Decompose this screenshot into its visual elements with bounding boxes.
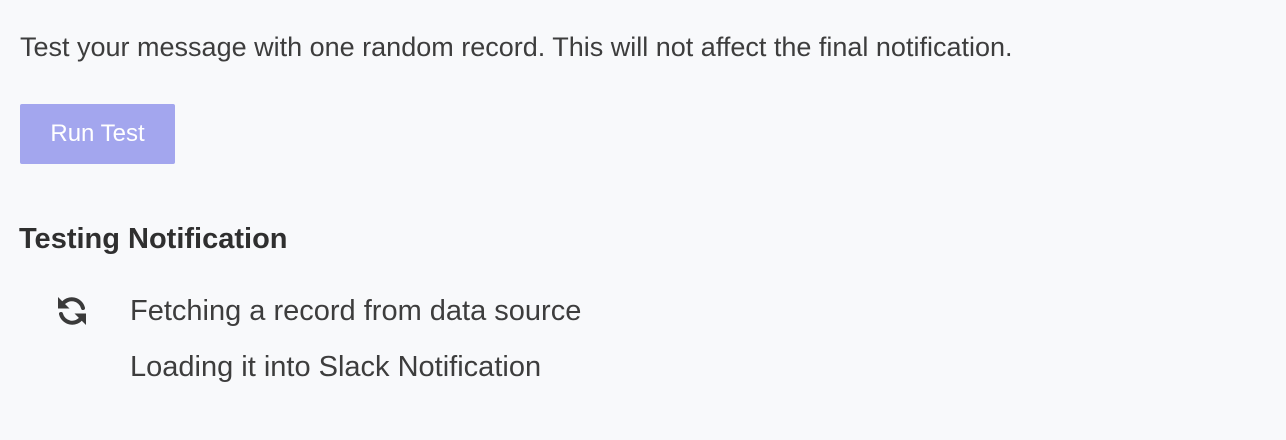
testing-notification-title: Testing Notification bbox=[19, 223, 288, 255]
test-step-fetching: Fetching a record from data source bbox=[130, 295, 582, 327]
test-description: Test your message with one random record… bbox=[20, 32, 1013, 62]
refresh-icon bbox=[54, 293, 90, 329]
test-step-loading: Loading it into Slack Notification bbox=[130, 351, 542, 383]
run-test-button[interactable]: Run Test bbox=[20, 104, 175, 164]
